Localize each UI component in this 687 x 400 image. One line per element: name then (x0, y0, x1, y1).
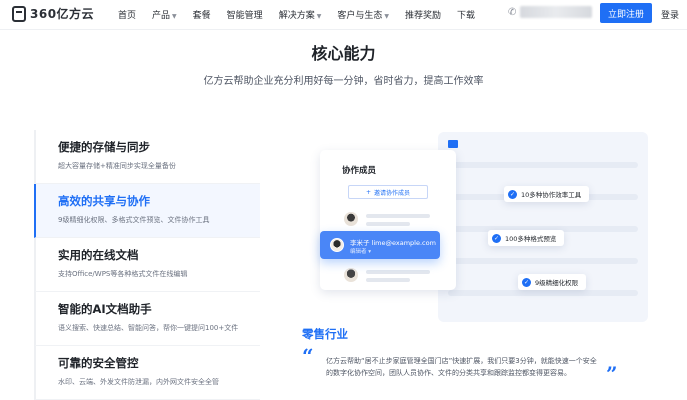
nav-item-solutions[interactable]: 解决方案 ▼ (279, 8, 322, 21)
section-subtitle: 亿方云帮助企业充分利用好每一分钟，省时省力，提高工作效率 (203, 76, 484, 87)
placeholder-bar (366, 270, 430, 274)
avatar (330, 238, 344, 252)
feature-desc: 9级精细化权限、多格式文件预览、文件协作工具 (58, 216, 210, 224)
feature-desc: 水印、云端、外发文件防泄漏，内外网文件安全全管 (58, 378, 219, 386)
section-title: 核心能力 (311, 44, 376, 63)
feature-title: 高效的共享与协作 (58, 194, 150, 208)
invite-label: 邀请协作成员 (374, 189, 411, 197)
main-nav: 首页 产品 ▼ 套餐 智能管理 解决方案 ▼ 客户与生态 ▼ 推荐奖励 下载 (118, 8, 491, 21)
quote-close-icon: ” (606, 362, 618, 386)
feature-tag: ✓ 10多种协作效率工具 (504, 186, 590, 202)
illustration-strip (448, 290, 638, 296)
avatar (344, 212, 358, 226)
illustration-strip (448, 258, 638, 264)
logo-text: 360亿方云 (30, 7, 95, 21)
phone-contact[interactable]: ✆ (508, 6, 593, 18)
login-link[interactable]: 登录 (661, 8, 679, 21)
nav-item-pricing[interactable]: 套餐 (193, 8, 211, 21)
selected-member-name: 李米子 lime@example.com (350, 239, 436, 247)
feature-desc: 支持Office/WPS等各种格式文件在线编辑 (58, 270, 188, 278)
feature-desc: 超大容量存储+精准同步实现全量备份 (58, 162, 176, 170)
illustration-background (438, 132, 648, 322)
selected-member-role[interactable]: 编辑者 ▾ (350, 247, 371, 255)
top-nav-bar: 360亿方云 首页 产品 ▼ 套餐 智能管理 解决方案 ▼ 客户与生态 ▼ 推荐奖励 … (0, 0, 687, 30)
selected-member-row[interactable]: 李米子 lime@example.com 编辑者 ▾ (320, 231, 440, 259)
nav-item-referral[interactable]: 推荐奖励 (405, 8, 441, 21)
nav-item-smart-management[interactable]: 智能管理 (227, 8, 263, 21)
avatar (344, 268, 358, 282)
member-row[interactable] (344, 268, 444, 288)
case-text: 亿方云帮助“居不止步家庭管理全国门店”快速扩展，我们只要3分钟，就能快速一个安全… (326, 357, 597, 377)
feature-desc: 语义搜索、快速总结、智能问答，帮你一键提问100+文件 (58, 324, 239, 332)
logo-icon (12, 5, 26, 22)
feature-item-sharing[interactable]: 高效的共享与协作 9级精细化权限、多格式文件预览、文件协作工具 (34, 184, 260, 238)
collaborators-panel: 协作成员 + 邀请协作成员 (320, 150, 456, 290)
folder-icon (448, 140, 458, 148)
chevron-down-icon: ▼ (316, 13, 322, 20)
invite-member-button[interactable]: + 邀请协作成员 (348, 185, 428, 199)
case-title: 零售行业 (302, 327, 348, 341)
illustration-strip (448, 162, 638, 168)
quote-open-icon: “ (302, 344, 314, 368)
member-row[interactable] (344, 212, 444, 232)
register-button[interactable]: 立即注册 (600, 3, 652, 23)
feature-title: 实用的在线文档 (58, 248, 139, 262)
feature-title: 可靠的安全管控 (58, 356, 139, 370)
feature-item-security[interactable]: 可靠的安全管控 水印、云端、外发文件防泄漏，内外网文件安全全管 (34, 346, 260, 400)
placeholder-bar (366, 278, 410, 282)
check-icon: ✓ (508, 189, 517, 199)
feature-tag: ✓ 9级精细化权限 (518, 274, 587, 290)
placeholder-bar (366, 214, 430, 218)
placeholder-bar (366, 222, 410, 226)
feature-tag: ✓ 100多种格式预览 (488, 230, 565, 246)
panel-title: 协作成员 (342, 166, 377, 176)
feature-item-ai-assistant[interactable]: 智能的AI文档助手 语义搜索、快速总结、智能问答，帮你一键提问100+文件 (34, 292, 260, 346)
phone-icon: ✆ (508, 6, 517, 18)
nav-item-download[interactable]: 下载 (457, 8, 475, 21)
nav-item-home[interactable]: 首页 (118, 8, 136, 21)
feature-item-online-docs[interactable]: 实用的在线文档 支持Office/WPS等各种格式文件在线编辑 (34, 238, 260, 292)
nav-item-customers[interactable]: 客户与生态 ▼ (337, 8, 389, 21)
chevron-down-icon: ▼ (384, 13, 389, 20)
feature-item-storage[interactable]: 便捷的存储与同步 超大容量存储+精准同步实现全量备份 (34, 130, 260, 184)
plus-icon: + (365, 188, 371, 196)
feature-list: 便捷的存储与同步 超大容量存储+精准同步实现全量备份 高效的共享与协作 9级精细… (34, 130, 260, 400)
check-icon: ✓ (492, 233, 501, 243)
chevron-down-icon: ▼ (172, 13, 177, 20)
feature-title: 便捷的存储与同步 (58, 140, 150, 154)
feature-title: 智能的AI文档助手 (58, 302, 152, 316)
nav-item-products[interactable]: 产品 ▼ (152, 8, 177, 21)
phone-number-redacted (520, 6, 593, 18)
brand-logo[interactable]: 360亿方云 (12, 5, 94, 22)
check-icon: ✓ (522, 277, 531, 287)
